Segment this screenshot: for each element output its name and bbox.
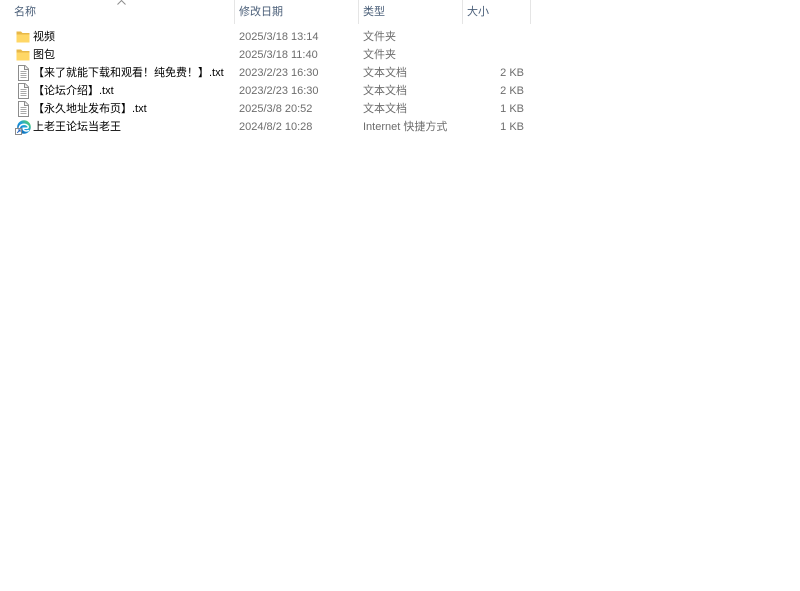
- file-list: 视频 2025/3/18 13:14 文件夹 图包 2025/3/18 11:4…: [0, 28, 531, 136]
- file-name[interactable]: 上老王论坛当老王: [33, 118, 235, 136]
- file-type: 文本文档: [363, 85, 407, 97]
- file-type: 文本文档: [363, 67, 407, 79]
- file-size: 2 KB: [500, 85, 524, 97]
- modified-date: 2025/3/8 20:52: [239, 103, 313, 115]
- modified-date: 2023/2/23 16:30: [239, 67, 319, 79]
- folder-icon[interactable]: [15, 47, 31, 63]
- column-header-size[interactable]: 大小: [463, 0, 530, 24]
- column-divider[interactable]: [530, 0, 531, 24]
- file-row[interactable]: 视频 2025/3/18 13:14 文件夹: [0, 28, 531, 46]
- file-row[interactable]: 图包 2025/3/18 11:40 文件夹: [0, 46, 531, 64]
- file-name[interactable]: 视频: [33, 28, 235, 46]
- file-type: 文件夹: [363, 49, 396, 61]
- chevron-up-icon: [117, 0, 126, 5]
- text-document-icon[interactable]: [15, 83, 31, 99]
- column-header-type-label: 类型: [363, 6, 385, 18]
- column-header-bar: 名称 修改日期 类型 大小: [0, 0, 531, 24]
- modified-date: 2025/3/18 11:40: [239, 49, 318, 61]
- modified-date: 2024/8/2 10:28: [239, 121, 313, 133]
- file-name[interactable]: 【永久地址发布页】.txt: [33, 100, 235, 118]
- file-size: 1 KB: [500, 121, 524, 133]
- file-type: Internet 快捷方式: [363, 121, 448, 133]
- modified-date: 2023/2/23 16:30: [239, 85, 319, 97]
- file-row[interactable]: 【来了就能下载和观看！纯免费！】.txt 2023/2/23 16:30 文本文…: [0, 64, 531, 82]
- column-header-modified-label: 修改日期: [239, 6, 283, 18]
- internet-shortcut-icon[interactable]: [15, 119, 31, 135]
- file-type: 文件夹: [363, 31, 396, 43]
- file-list-view[interactable]: 名称 修改日期 类型 大小 视频 2025/3/18 13:14 文件夹 图包 …: [0, 0, 800, 591]
- column-header-name-label: 名称: [14, 6, 36, 18]
- file-row[interactable]: 上老王论坛当老王 2024/8/2 10:28 Internet 快捷方式 1 …: [0, 118, 531, 136]
- file-row[interactable]: 【论坛介绍】.txt 2023/2/23 16:30 文本文档 2 KB: [0, 82, 531, 100]
- text-document-icon[interactable]: [15, 101, 31, 117]
- modified-date: 2025/3/18 13:14: [239, 31, 319, 43]
- file-name[interactable]: 【来了就能下载和观看！纯免费！】.txt: [33, 64, 235, 82]
- file-size: 1 KB: [500, 103, 524, 115]
- file-type: 文本文档: [363, 103, 407, 115]
- folder-icon[interactable]: [15, 29, 31, 45]
- column-header-modified[interactable]: 修改日期: [235, 0, 358, 24]
- file-name[interactable]: 【论坛介绍】.txt: [33, 82, 235, 100]
- column-header-type[interactable]: 类型: [359, 0, 462, 24]
- file-name[interactable]: 图包: [33, 46, 235, 64]
- file-size: 2 KB: [500, 67, 524, 79]
- text-document-icon[interactable]: [15, 65, 31, 81]
- file-row[interactable]: 【永久地址发布页】.txt 2025/3/8 20:52 文本文档 1 KB: [0, 100, 531, 118]
- column-header-size-label: 大小: [467, 6, 489, 18]
